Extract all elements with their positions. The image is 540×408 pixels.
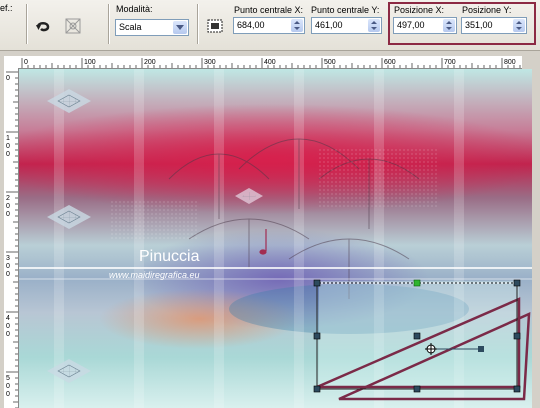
- image-canvas[interactable]: Pinuccia www.maidiregrafica.eu: [19, 69, 532, 408]
- undo-arrow-icon[interactable]: [34, 16, 54, 36]
- ruler-label: 0: [6, 151, 10, 158]
- watermark-title: Pinuccia: [139, 248, 200, 265]
- side-handle[interactable]: [413, 332, 421, 340]
- mode-select[interactable]: Scala: [115, 19, 189, 36]
- mode-label: Modalità:: [116, 4, 153, 14]
- ruler-label: 0: [6, 391, 10, 398]
- ruler-label: 1: [6, 135, 10, 142]
- ruler-label: 800: [504, 59, 516, 66]
- position-x-input[interactable]: 497,00: [393, 17, 457, 34]
- ruler-label: 300: [204, 59, 216, 66]
- ruler-label: 0: [6, 143, 10, 150]
- side-handle[interactable]: [513, 332, 521, 340]
- ruler-label: 0: [6, 331, 10, 338]
- ruler-label: 100: [84, 59, 96, 66]
- spin-arrows-icon[interactable]: [443, 19, 455, 32]
- vertical-scrollbar[interactable]: [532, 56, 540, 408]
- side-handle[interactable]: [413, 385, 421, 393]
- rotation-arm-handle[interactable]: [478, 346, 484, 352]
- ruler-label: 0: [6, 383, 10, 390]
- rotation-handle[interactable]: [413, 279, 421, 287]
- watermark-url: www.maidiregrafica.eu: [109, 270, 200, 280]
- separator: [108, 4, 109, 44]
- corner-handle[interactable]: [313, 385, 321, 393]
- position-y-input[interactable]: 351,00: [461, 17, 527, 34]
- corner-handle[interactable]: [513, 385, 521, 393]
- position-y-label: Posizione Y:: [462, 5, 512, 15]
- spin-arrows-icon[interactable]: [513, 19, 525, 32]
- ruler-label: 700: [444, 59, 456, 66]
- spin-arrows-icon[interactable]: [291, 19, 303, 32]
- position-x-value: 497,00: [397, 20, 425, 30]
- ruler-label: 0: [6, 203, 10, 210]
- ruler-label: 0: [6, 211, 10, 218]
- ruler-label: 0: [6, 75, 10, 82]
- dot-texture: [109, 199, 199, 239]
- ruler-label: 600: [384, 59, 396, 66]
- center-y-label: Punto centrale Y:: [311, 5, 380, 15]
- center-x-label: Punto centrale X:: [234, 5, 304, 15]
- spin-arrows-icon[interactable]: [368, 19, 380, 32]
- partial-label: ef.:: [0, 3, 13, 13]
- corner-handle[interactable]: [513, 279, 521, 287]
- ruler-label: 0: [6, 323, 10, 330]
- center-x-input[interactable]: 684,00: [233, 17, 305, 34]
- separator: [26, 4, 27, 44]
- position-y-value: 351,00: [465, 20, 493, 30]
- ruler-label: 3: [6, 255, 10, 262]
- position-x-label: Posizione X:: [394, 5, 445, 15]
- ruler-label: 5: [6, 375, 10, 382]
- center-y-input[interactable]: 461,00: [311, 17, 382, 34]
- reset-icon[interactable]: [63, 16, 83, 36]
- chevron-down-icon[interactable]: [173, 21, 187, 34]
- separator: [197, 4, 198, 44]
- dot-texture: [319, 149, 439, 209]
- ruler-label: 500: [324, 59, 336, 66]
- ruler-label: 400: [264, 59, 276, 66]
- ruler-label: 4: [6, 315, 10, 322]
- side-handle[interactable]: [313, 332, 321, 340]
- ruler-label: 200: [144, 59, 156, 66]
- center-y-value: 461,00: [315, 20, 343, 30]
- ruler-label: 0: [24, 59, 28, 66]
- ruler-label: 0: [6, 271, 10, 278]
- horizontal-ruler: 0 100 200 300 400 500 600 700 800: [18, 56, 522, 69]
- vertical-ruler: 0100200300400500: [4, 68, 19, 408]
- ruler-label: 2: [6, 195, 10, 202]
- mode-value: Scala: [119, 22, 142, 32]
- ruler-label: 0: [6, 263, 10, 270]
- tool-options-bar: ef.: Modalità: Scala Punto centrale X: 6…: [0, 0, 540, 51]
- grid-select-icon[interactable]: [205, 16, 225, 36]
- corner-handle[interactable]: [313, 279, 321, 287]
- center-x-value: 684,00: [237, 20, 265, 30]
